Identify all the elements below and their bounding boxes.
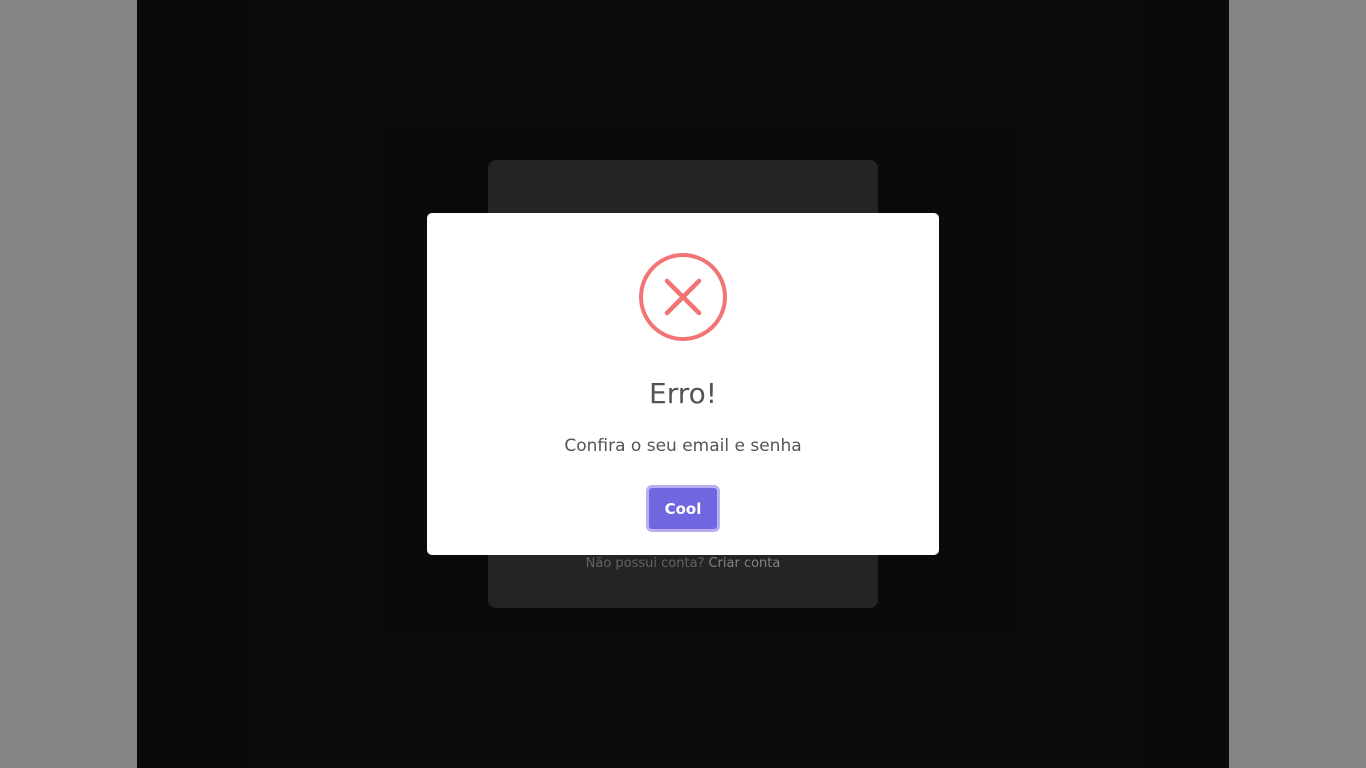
error-alert-dialog: Erro! Confira o seu email e senha Cool — [427, 213, 939, 555]
error-x-circle-icon — [639, 253, 727, 341]
alert-message: Confira o seu email e senha — [564, 436, 802, 456]
confirm-button[interactable]: Cool — [646, 485, 720, 532]
alert-title: Erro! — [649, 377, 717, 410]
